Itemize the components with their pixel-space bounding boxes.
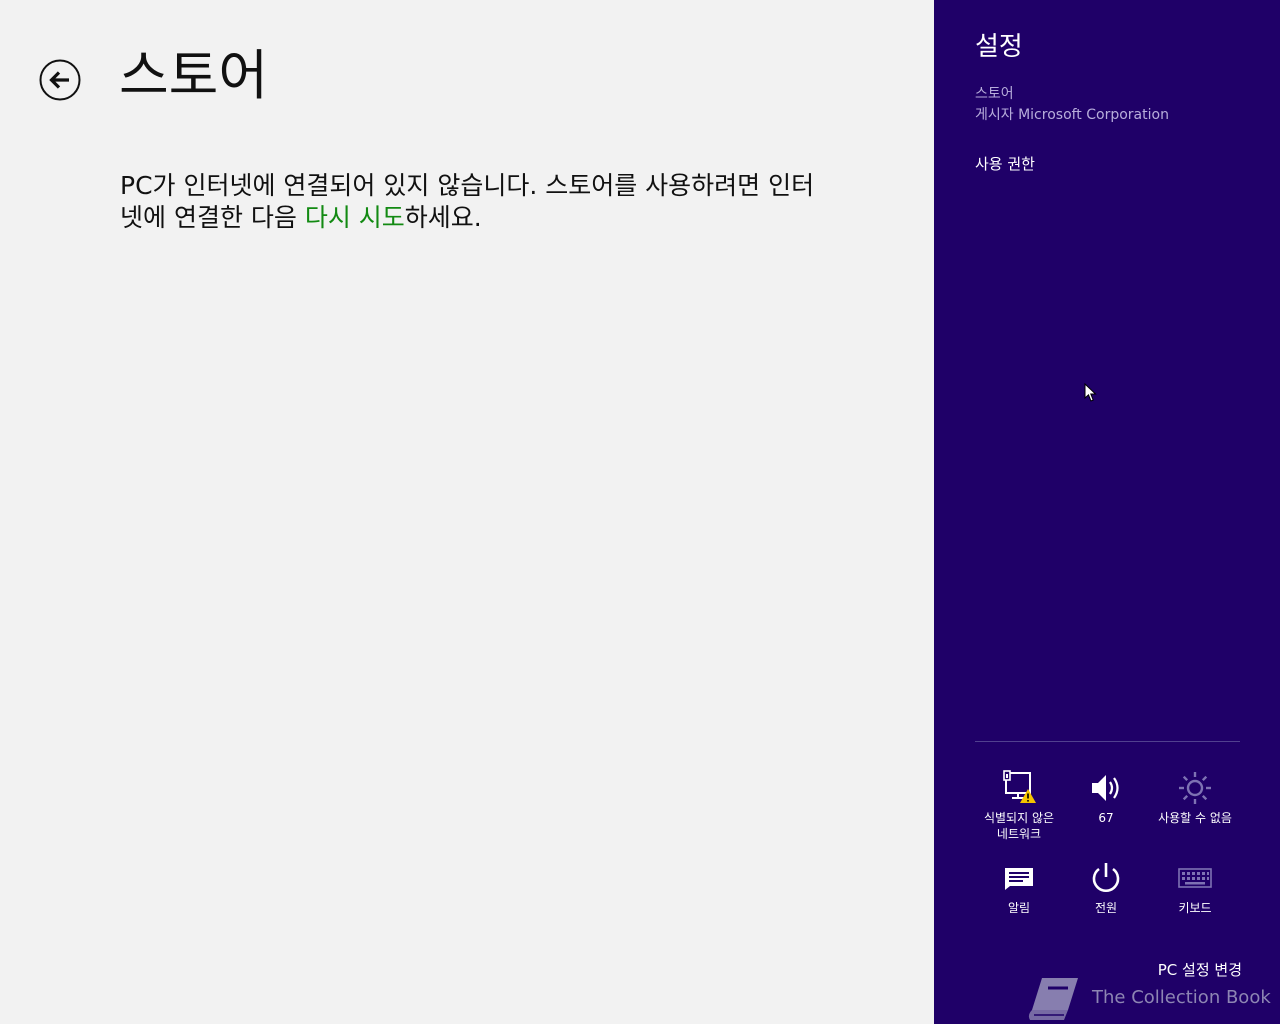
power-icon	[1092, 863, 1120, 892]
back-button[interactable]	[39, 59, 81, 101]
volume-tile[interactable]: 67	[1062, 770, 1150, 850]
volume-label: 67	[1098, 811, 1114, 825]
keyboard-label: 키보드	[1178, 901, 1212, 915]
quick-settings-divider	[975, 741, 1240, 742]
mouse-pointer-icon	[1084, 383, 1097, 402]
permissions-link[interactable]: 사용 권한	[975, 153, 1035, 175]
retry-link[interactable]: 다시 시도	[305, 203, 405, 232]
settings-title: 설정	[975, 32, 1023, 62]
book-icon	[1028, 978, 1078, 1020]
watermark-text: The Collection Book	[1092, 987, 1271, 1008]
notifications-tile[interactable]: 알림	[975, 860, 1063, 940]
offline-message: PC가 인터넷에 연결되어 있지 않습니다. 스토어를 사용하려면 인터 넷에 …	[120, 170, 934, 234]
power-tile[interactable]: 전원	[1062, 860, 1150, 940]
page-title: 스토어	[119, 44, 269, 107]
offline-message-line2: 넷에 연결한 다음 다시 시도하세요.	[120, 202, 934, 234]
keyboard-icon	[1178, 868, 1212, 888]
volume-icon	[1092, 775, 1119, 801]
network-warning-icon	[1003, 770, 1036, 803]
network-label-line2: 네트워크	[996, 827, 1042, 841]
offline-message-text: 넷에 연결한 다음	[120, 203, 305, 232]
network-label: 식별되지 않은네트워크	[975, 810, 1063, 842]
keyboard-tile[interactable]: 키보드	[1150, 860, 1240, 940]
network-label-line1: 식별되지 않은	[983, 811, 1055, 825]
notifications-icon	[1005, 868, 1033, 890]
app-name: 스토어	[975, 86, 1014, 102]
offline-message-suffix: 하세요.	[404, 203, 482, 232]
app-publisher: 게시자 Microsoft Corporation	[975, 107, 1169, 123]
network-tile[interactable]: 식별되지 않은네트워크	[975, 770, 1063, 850]
power-label: 전원	[1094, 901, 1118, 915]
brightness-tile[interactable]: 사용할 수 없음	[1150, 770, 1240, 850]
watermark: The Collection Book	[1028, 972, 1280, 1024]
brightness-icon	[1179, 772, 1211, 804]
back-arrow-icon	[39, 59, 81, 101]
store-page: 스토어 PC가 인터넷에 연결되어 있지 않습니다. 스토어를 사용하려면 인터…	[0, 0, 934, 1024]
offline-message-line1: PC가 인터넷에 연결되어 있지 않습니다. 스토어를 사용하려면 인터	[120, 171, 815, 200]
settings-charm-panel: 설정 스토어 게시자 Microsoft Corporation 사용 권한 식…	[934, 0, 1280, 1024]
notifications-label: 알림	[1007, 901, 1031, 915]
brightness-label: 사용할 수 없음	[1158, 811, 1232, 825]
